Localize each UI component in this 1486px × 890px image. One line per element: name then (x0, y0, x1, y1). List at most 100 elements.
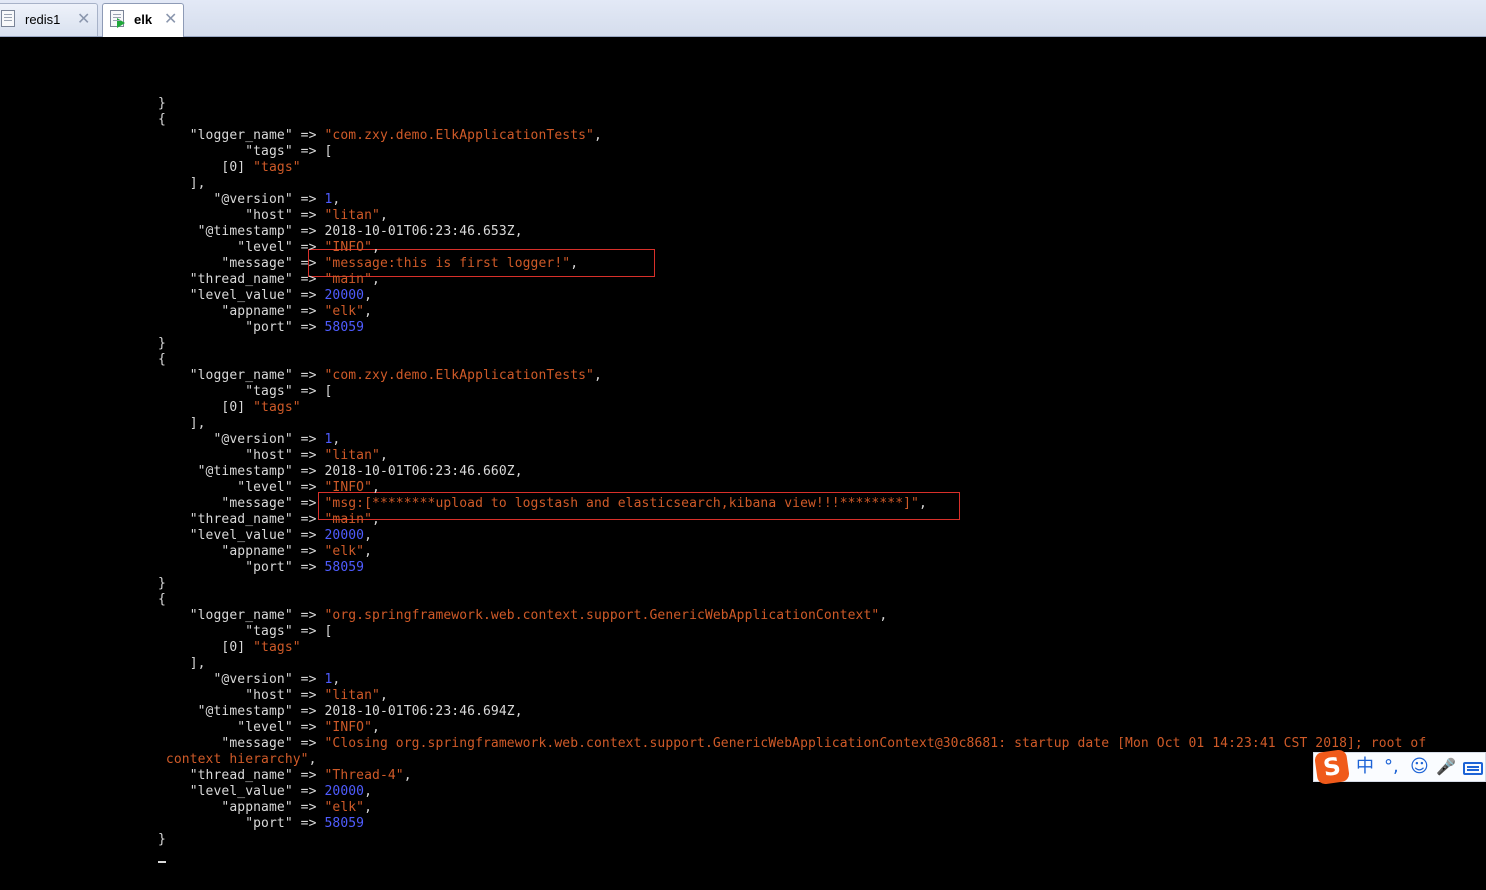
terminal-text: "logger_name" => (158, 368, 325, 383)
terminal-line: "appname" => "elk", (158, 304, 372, 320)
terminal-line: ], (158, 176, 206, 192)
terminal-line: "host" => "litan", (158, 448, 388, 464)
terminal-text: 20000 (324, 528, 365, 543)
terminal-line: "level" => "INFO", (158, 480, 380, 496)
terminal-line: context hierarchy", (158, 752, 317, 768)
emoji-icon[interactable]: ☺ (1410, 756, 1429, 778)
terminal-text: "level" => (158, 240, 325, 255)
terminal-text: "INFO" (324, 480, 373, 495)
terminal-text: "thread_name" => (158, 512, 325, 527)
terminal-text: context hierarchy" (158, 752, 309, 767)
terminal-line: "port" => 58059 (158, 320, 364, 336)
terminal-line: "message" => "Closing org.springframewor… (158, 736, 1426, 752)
terminal-line: [0] "tags" (158, 640, 301, 656)
terminal-line: "tags" => [ (158, 384, 332, 400)
terminal-text: , (372, 480, 380, 495)
terminal-line: "logger_name" => "com.zxy.demo.ElkApplic… (158, 368, 602, 384)
ime-toolbar[interactable]: S 中 °, ☺ 🎤 (1313, 748, 1486, 786)
terminal-line: "port" => 58059 (158, 816, 364, 832)
terminal-line: "thread_name" => "main", (158, 512, 380, 528)
chinese-mode-icon[interactable]: 中 (1356, 756, 1374, 778)
terminal-text: , (918, 496, 927, 511)
tab-redis1[interactable]: redis1 ✕ (0, 3, 98, 36)
terminal-line: { (158, 112, 166, 128)
sogou-logo-icon[interactable]: S (1313, 748, 1351, 786)
terminal-text: "elk" (324, 544, 365, 559)
terminal-text: ], (158, 176, 206, 191)
terminal-text: "main" (324, 512, 373, 527)
punctuation-icon[interactable]: °, (1384, 756, 1399, 778)
terminal-text: "tags" (253, 640, 301, 655)
terminal-text: "com.zxy.demo.ElkApplicationTests" (324, 368, 594, 383)
keyboard-icon[interactable] (1463, 762, 1483, 775)
terminal-text: "tags" (253, 400, 301, 415)
tab-label: redis1 (25, 12, 61, 27)
terminal-text: "level_value" => (158, 784, 325, 799)
terminal-text: "level" => (158, 480, 325, 495)
close-icon[interactable]: ✕ (164, 9, 177, 28)
terminal-output[interactable]: }{ "logger_name" => "com.zxy.demo.ElkApp… (0, 37, 1486, 890)
terminal-text: "INFO" (324, 720, 373, 735)
terminal-text: "tags" => [ (158, 624, 333, 639)
terminal-text: "@timestamp" => 2018-10-01T06:23:46.694Z… (158, 704, 523, 719)
terminal-text: 20000 (324, 784, 365, 799)
terminal-text: "@timestamp" => 2018-10-01T06:23:46.660Z… (158, 464, 523, 479)
terminal-line: { (158, 592, 166, 608)
terminal-text: "@version" => (158, 192, 325, 207)
terminal-text: , (379, 688, 388, 703)
terminal-text: , (308, 752, 317, 767)
terminal-text: } (158, 96, 166, 111)
terminal-text: 58059 (324, 320, 365, 335)
terminal-line: "logger_name" => "com.zxy.demo.ElkApplic… (158, 128, 602, 144)
terminal-text: "level" => (158, 720, 325, 735)
terminal-line: "thread_name" => "Thread-4", (158, 768, 412, 784)
terminal-text: , (570, 256, 579, 271)
terminal-text: { (158, 592, 166, 607)
terminal-line: "message" => "message:this is first logg… (158, 256, 578, 272)
terminal-text: "elk" (324, 800, 365, 815)
terminal-line: "@timestamp" => 2018-10-01T06:23:46.653Z… (158, 224, 523, 240)
terminal-text: , (593, 368, 602, 383)
terminal-text: "litan" (324, 208, 380, 223)
terminal-line: "level_value" => 20000, (158, 288, 372, 304)
tab-elk[interactable]: elk ✕ (102, 3, 184, 37)
terminal-text: "level_value" => (158, 288, 325, 303)
terminal-text: "msg:[********upload to logstash and ela… (324, 496, 919, 511)
terminal-text: "litan" (324, 448, 380, 463)
terminal-line: "tags" => [ (158, 624, 332, 640)
terminal-line: "@timestamp" => 2018-10-01T06:23:46.660Z… (158, 464, 523, 480)
terminal-text: , (364, 304, 373, 319)
terminal-line: "level" => "INFO", (158, 240, 380, 256)
terminal-text: "port" => (158, 560, 325, 575)
terminal-text: , (379, 208, 388, 223)
terminal-text: "thread_name" => (158, 768, 325, 783)
terminal-line: "host" => "litan", (158, 688, 388, 704)
terminal-line: "@timestamp" => 2018-10-01T06:23:46.694Z… (158, 704, 523, 720)
terminal-line: { (158, 352, 166, 368)
terminal-line: "host" => "litan", (158, 208, 388, 224)
terminal-text: "message" => (158, 496, 325, 511)
terminal-text: , (332, 192, 341, 207)
microphone-icon[interactable]: 🎤 (1436, 756, 1456, 778)
terminal-text: ], (158, 416, 206, 431)
terminal-line: } (158, 336, 166, 352)
terminal-text: , (332, 672, 341, 687)
terminal-text: [0] (158, 400, 254, 415)
terminal-text: "host" => (158, 208, 325, 223)
terminal-text: , (364, 288, 373, 303)
terminal-line: } (158, 832, 166, 848)
terminal-text: , (372, 272, 380, 287)
close-icon[interactable]: ✕ (77, 9, 90, 28)
terminal-text: , (332, 432, 341, 447)
terminal-text: "thread_name" => (158, 272, 325, 287)
terminal-text: , (372, 240, 380, 255)
terminal-line: "appname" => "elk", (158, 544, 372, 560)
terminal-text: } (158, 832, 166, 847)
terminal-text: "@version" => (158, 432, 325, 447)
terminal-line: [0] "tags" (158, 400, 301, 416)
terminal-text: "INFO" (324, 240, 373, 255)
terminal-line: "level_value" => 20000, (158, 528, 372, 544)
terminal-text: 58059 (324, 816, 365, 831)
terminal-text: "main" (324, 272, 373, 287)
terminal-text: , (364, 528, 373, 543)
